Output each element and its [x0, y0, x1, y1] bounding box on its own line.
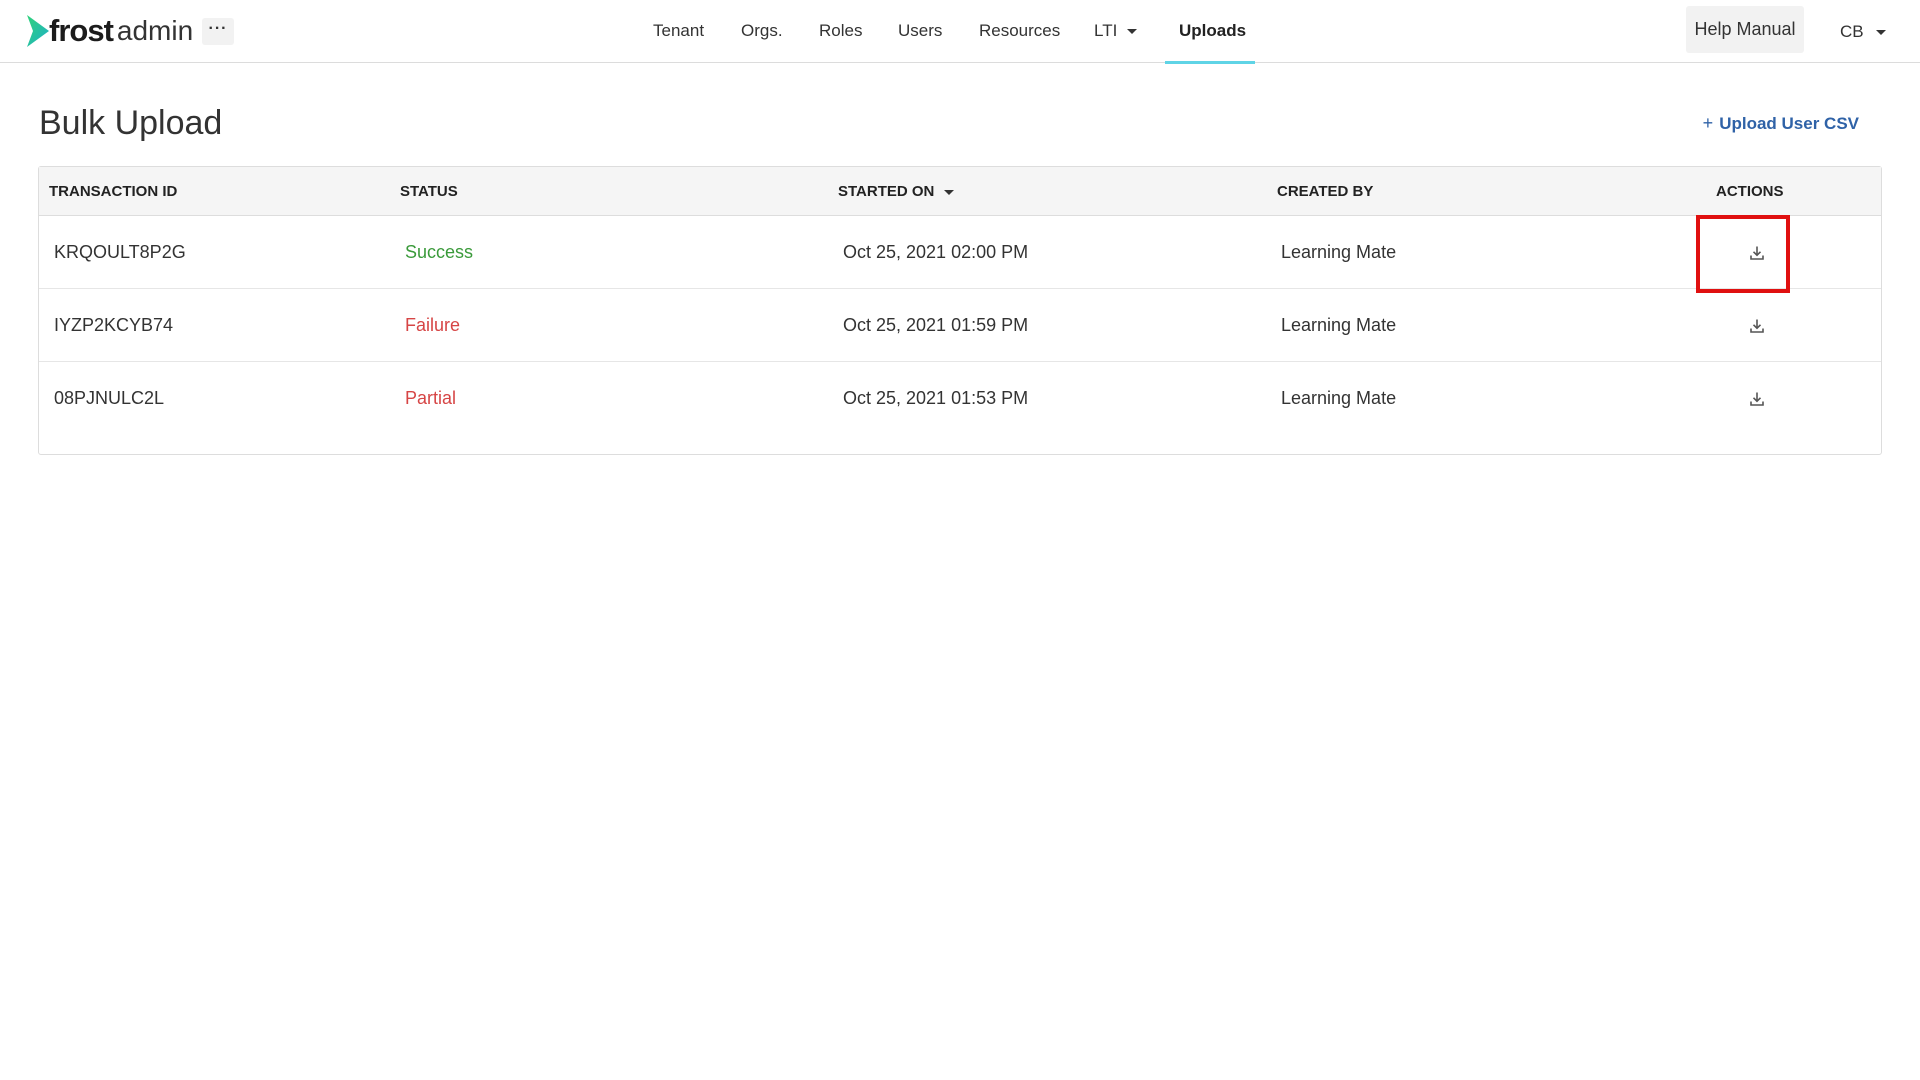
nav-item-tenant[interactable]: Tenant [653, 0, 704, 63]
created-by-cell: Learning Mate [1281, 242, 1397, 262]
started-on-cell: Oct 25, 2021 01:53 PM [843, 388, 1029, 408]
highlight-box [1696, 215, 1790, 293]
sort-caret-down-icon [944, 189, 955, 195]
table-row: 08PJNULC2L Partial Oct 25, 2021 01:53 PM… [39, 362, 1881, 435]
help-manual-button[interactable]: Help Manual [1686, 6, 1804, 53]
download-button[interactable] [1744, 362, 1770, 435]
brand-name-frost: frost [49, 13, 114, 48]
nav-item-users[interactable]: Users [898, 0, 942, 63]
download-icon [1750, 392, 1764, 406]
plus-icon: + [1702, 113, 1714, 133]
column-header-status: STATUS [400, 183, 458, 200]
user-initials: CB [1840, 22, 1864, 41]
download-button[interactable] [1744, 289, 1770, 362]
transaction-id-cell: IYZP2KCYB74 [54, 315, 174, 335]
upload-user-csv-label: Upload User CSV [1719, 114, 1859, 133]
transaction-id-cell: KRQOULT8P2G [54, 242, 186, 262]
nav-item-orgs[interactable]: Orgs. [741, 0, 783, 63]
download-button[interactable] [1744, 216, 1770, 289]
status-cell: Success [405, 242, 474, 262]
started-on-cell: Oct 25, 2021 02:00 PM [843, 242, 1029, 262]
brand-logo[interactable]: frost admin [27, 14, 193, 48]
nav-item-uploads[interactable]: Uploads [1179, 0, 1246, 63]
nav-item-lti[interactable]: LTI [1094, 0, 1138, 63]
active-tab-indicator [1165, 61, 1255, 64]
column-header-started-on-label: STARTED ON [838, 183, 935, 200]
nav-item-resources[interactable]: Resources [979, 0, 1060, 63]
page-title: Bulk Upload [39, 104, 223, 142]
caret-down-icon [1875, 30, 1886, 36]
chevron-logo-icon [27, 15, 49, 47]
uploads-table: TRANSACTION ID STATUS STARTED ON CREATED… [38, 166, 1882, 455]
table-row: KRQOULT8P2G Success Oct 25, 2021 02:00 P… [39, 215, 1881, 293]
created-by-cell: Learning Mate [1281, 315, 1397, 335]
transaction-id-cell: 08PJNULC2L [54, 388, 165, 408]
column-header-actions: ACTIONS [1716, 183, 1784, 200]
top-navbar: frost admin ··· Tenant Orgs. Roles Users… [0, 0, 1920, 64]
download-icon [1750, 246, 1764, 260]
upload-user-csv-button[interactable]: + Upload User CSV [1703, 111, 1859, 136]
download-icon [1750, 319, 1764, 333]
more-menu-button[interactable]: ··· [202, 18, 234, 45]
more-horizontal-icon: ··· [208, 19, 228, 37]
column-header-created-by: CREATED BY [1277, 183, 1374, 200]
table-header: TRANSACTION ID STATUS STARTED ON CREATED… [39, 167, 1881, 216]
caret-down-icon [1127, 29, 1138, 35]
table-row: IYZP2KCYB74 Failure Oct 25, 2021 01:59 P… [39, 289, 1881, 362]
started-on-cell: Oct 25, 2021 01:59 PM [843, 315, 1029, 335]
nav-item-lti-label: LTI [1094, 21, 1118, 40]
brand-name-admin: admin [116, 15, 194, 46]
user-menu[interactable]: CB [1840, 0, 1886, 63]
status-cell: Partial [405, 388, 457, 408]
column-header-started-on[interactable]: STARTED ON [838, 167, 955, 216]
created-by-cell: Learning Mate [1281, 388, 1397, 408]
column-header-transaction-id: TRANSACTION ID [49, 183, 178, 200]
nav-item-roles[interactable]: Roles [819, 0, 862, 63]
status-cell: Failure [405, 315, 461, 335]
